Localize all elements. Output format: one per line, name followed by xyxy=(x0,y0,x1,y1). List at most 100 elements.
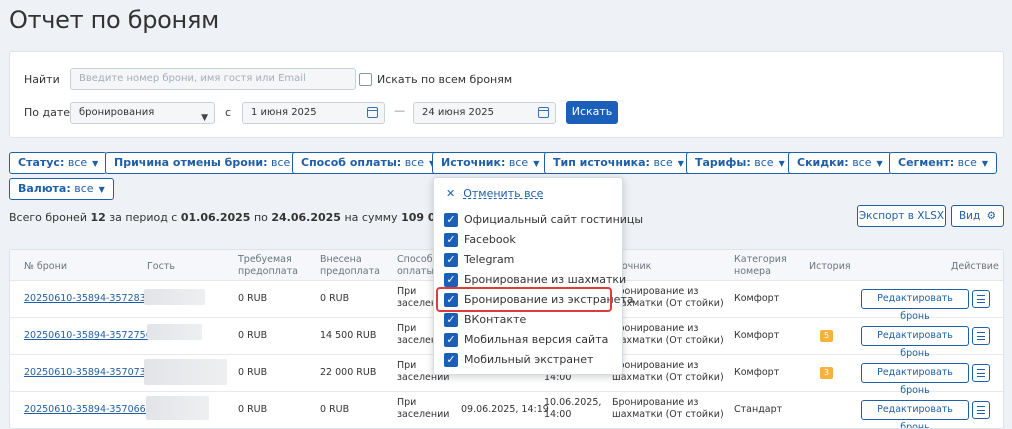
col-room: Категория номера xyxy=(734,254,787,278)
edit-booking-button[interactable]: Редактировать бронь xyxy=(861,289,969,322)
close-icon: ✕ xyxy=(446,187,456,200)
payment-method-line2: заселении xyxy=(397,409,450,420)
menu-icon[interactable] xyxy=(972,290,990,308)
filter-key: Источник: xyxy=(441,156,506,169)
export-xlsx-button[interactable]: Экспорт в XLSX xyxy=(857,205,946,227)
filter-key: Статус: xyxy=(18,156,65,169)
source: Бронирование из шахматки (От стойки) xyxy=(612,397,724,421)
checkbox-checked-icon[interactable]: ✓ xyxy=(444,313,458,327)
col-number: № брони xyxy=(24,261,67,272)
filter-key: Причина отмены брони: xyxy=(114,156,268,169)
source-option-label: Facebook xyxy=(464,233,516,246)
filter-key: Валюта: xyxy=(18,182,71,195)
filter-source[interactable]: Источник: все ▼ xyxy=(432,152,549,174)
source-line1: Бронирование из xyxy=(612,323,699,334)
room-category: Комфорт xyxy=(734,330,780,341)
history-badge[interactable]: 3 xyxy=(820,367,833,379)
date-from-value: 1 июня 2025 xyxy=(251,107,317,118)
filter-value: все xyxy=(957,156,977,169)
filter-segment[interactable]: Сегмент: все ▼ xyxy=(889,152,998,174)
col-action: Действие xyxy=(951,261,999,272)
filter-currency[interactable]: Валюта: все ▼ xyxy=(9,178,114,200)
table-row: 20250610-35894-357066394 0 RUB 0 RUB При… xyxy=(10,392,1003,428)
filter-key: Тарифы: xyxy=(695,156,751,169)
chevron-down-icon: ▼ xyxy=(981,159,989,168)
menu-icon[interactable] xyxy=(972,364,990,382)
page-title: Отчет по броням xyxy=(9,6,219,34)
edit-booking-button[interactable]: Редактировать бронь xyxy=(861,363,969,396)
chevron-down-icon: ▼ xyxy=(201,113,208,123)
filter-status[interactable]: Статус: все ▼ xyxy=(9,152,108,174)
chevron-down-icon: ▼ xyxy=(778,159,785,168)
source: Бронирование из шахматки (От стойки) xyxy=(612,360,724,384)
required-prepay: 0 RUB xyxy=(238,404,268,415)
source-line2: шахматки (От стойки) xyxy=(612,372,724,383)
checkin-date-line1: 10.06.2025, xyxy=(544,397,602,408)
filter-value: все xyxy=(653,156,673,169)
calendar-icon[interactable] xyxy=(538,107,549,118)
checkbox-checked-icon[interactable]: ✓ xyxy=(444,253,458,267)
booking-link[interactable]: 20250610-35894-357066394 xyxy=(24,404,164,416)
paid-prepay: 22 000 RUB xyxy=(320,367,377,378)
filter-cancel-reason[interactable]: Причина отмены брони: все▼ xyxy=(105,152,311,174)
search-panel: Найти Введите номер брони, имя гостя или… xyxy=(9,51,1004,138)
col-paid-prepay: Внесена предоплата xyxy=(320,254,380,278)
calendar-icon[interactable] xyxy=(367,107,378,118)
filter-discounts[interactable]: Скидки: все ▼ xyxy=(788,152,892,174)
room-category: Комфорт xyxy=(734,367,780,378)
checkbox-checked-icon[interactable]: ✓ xyxy=(444,233,458,247)
booking-link[interactable]: 20250610-35894-357283999 xyxy=(24,293,164,305)
all-bookings-checkbox[interactable] xyxy=(359,73,372,86)
by-date-label: По дате xyxy=(24,106,71,119)
gear-icon: ⚙ xyxy=(986,210,997,222)
filter-tariffs[interactable]: Тарифы: все ▼ xyxy=(686,152,794,174)
col-required-prepay: Требуемая предоплата xyxy=(238,254,298,278)
date-from-input[interactable]: 1 июня 2025 xyxy=(242,102,385,124)
cancel-all-label: Отменить все xyxy=(463,187,544,200)
edit-booking-button[interactable]: Редактировать бронь xyxy=(861,400,969,428)
col-room-line2: номера xyxy=(734,266,771,277)
col-room-line1: Категория xyxy=(734,254,787,265)
date-dash: — xyxy=(394,104,405,117)
checkbox-checked-icon[interactable]: ✓ xyxy=(444,353,458,367)
filter-value: все xyxy=(404,156,424,169)
col-payment-line2: оплаты xyxy=(397,266,434,277)
cancel-all-link[interactable]: ✕ Отменить все xyxy=(446,187,543,200)
from-label: с xyxy=(225,106,232,119)
view-button[interactable]: Вид ⚙ xyxy=(951,205,1004,227)
filter-source-type[interactable]: Тип источника: все ▼ xyxy=(544,152,693,174)
checkin-date: 10.06.2025, 14:00 xyxy=(544,397,601,421)
source-option-label: Мобильная версия сайта xyxy=(464,333,609,346)
checkbox-checked-icon[interactable]: ✓ xyxy=(444,213,458,227)
search-input[interactable]: Введите номер брони, имя гостя или Email xyxy=(70,68,356,90)
filter-value: все xyxy=(508,156,529,169)
payment-method-line1: При xyxy=(397,397,417,408)
filter-key: Скидки: xyxy=(797,156,849,169)
source-line2: шахматки (От стойки) xyxy=(612,335,724,346)
checkbox-checked-icon[interactable]: ✓ xyxy=(444,273,458,287)
search-button[interactable]: Искать xyxy=(566,101,618,124)
filter-payment-method[interactable]: Способ оплаты: все▼ xyxy=(292,152,445,174)
guest-name-redacted xyxy=(146,396,209,420)
guest-name-redacted xyxy=(147,324,202,340)
date-to-input[interactable]: 24 июня 2025 xyxy=(413,102,556,124)
payment-method-line1: При xyxy=(397,323,417,334)
col-paid-prepay-line2: предоплата xyxy=(320,266,380,277)
paid-prepay: 14 500 RUB xyxy=(320,330,377,341)
checkbox-checked-icon[interactable]: ✓ xyxy=(444,333,458,347)
date-to-value: 24 июня 2025 xyxy=(422,107,495,118)
room-category: Комфорт xyxy=(734,293,780,304)
date-type-value: бронирования xyxy=(79,107,155,118)
menu-icon[interactable] xyxy=(972,327,990,345)
source-option-label: Официальный сайт гостиницы xyxy=(464,213,644,226)
edit-booking-button[interactable]: Редактировать бронь xyxy=(861,326,969,359)
summary-period: за период с xyxy=(109,211,178,224)
source-line1: Бронирование из xyxy=(612,360,699,371)
chevron-down-icon: ▼ xyxy=(92,159,99,168)
history-badge[interactable]: 5 xyxy=(820,330,833,342)
booking-link[interactable]: 20250610-35894-357275622 xyxy=(24,330,164,342)
menu-icon[interactable] xyxy=(972,401,990,419)
booking-link[interactable]: 20250610-35894-357073638 xyxy=(24,367,164,379)
date-type-select[interactable]: бронирования ▼ xyxy=(70,102,215,124)
find-label: Найти xyxy=(24,73,60,86)
